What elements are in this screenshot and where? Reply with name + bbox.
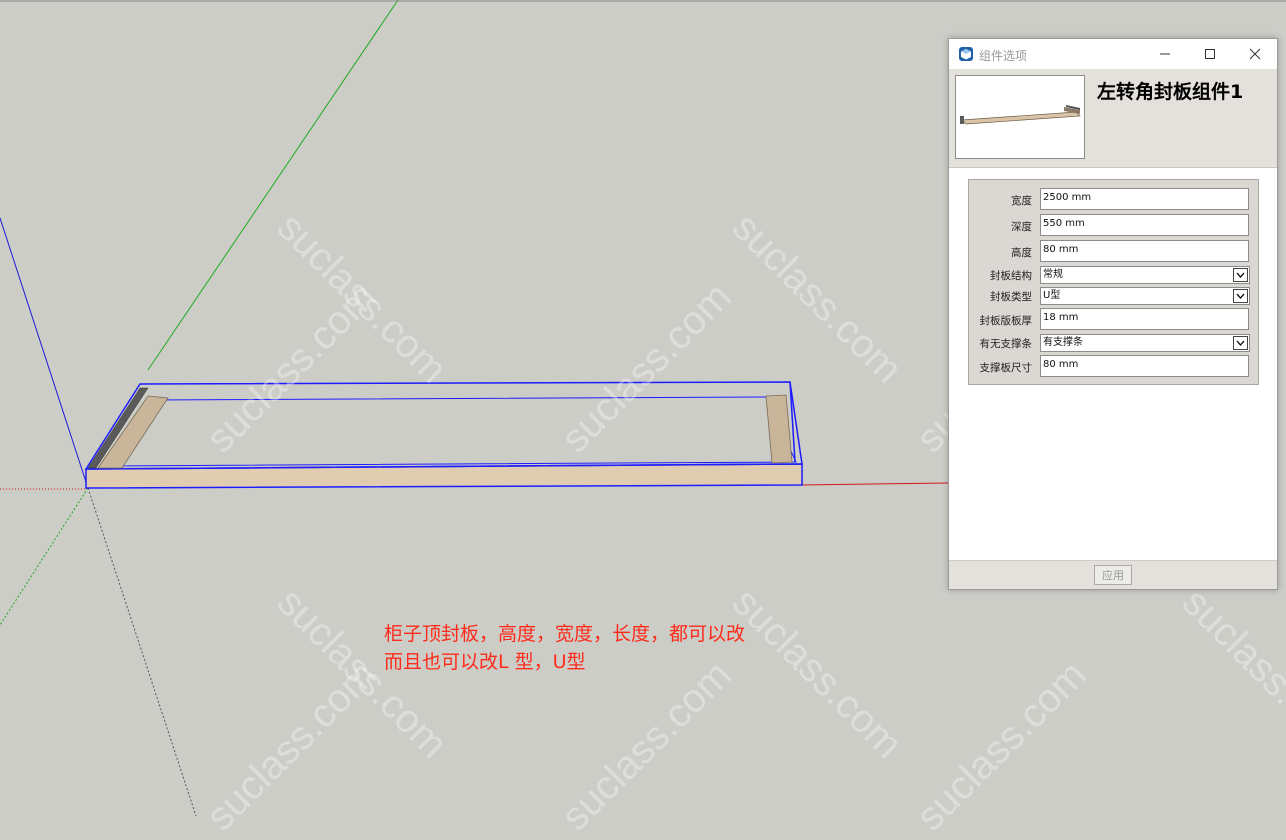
- green-axis: [147, 0, 399, 371]
- support-strip-value: 有支撑条: [1043, 337, 1083, 348]
- chevron-down-icon[interactable]: [1233, 336, 1248, 350]
- width-input[interactable]: 2500 mm: [1040, 188, 1249, 210]
- board-structure-select[interactable]: 常规: [1040, 266, 1250, 284]
- board-thickness-input[interactable]: 18 mm: [1040, 308, 1249, 330]
- board-type-label: 封板类型: [990, 291, 1032, 303]
- blue-axis: [0, 217, 87, 483]
- thumbnail-board-image: [960, 105, 1081, 125]
- board-structure-value: 常规: [1043, 269, 1063, 280]
- board-inner-outline: [103, 396, 797, 467]
- apply-button[interactable]: 应用: [1094, 565, 1132, 585]
- field-row-board-type: 封板类型 U型: [969, 287, 1258, 305]
- support-strip-select[interactable]: 有支撑条: [1040, 334, 1250, 352]
- height-label: 高度: [1011, 247, 1032, 259]
- board-structure-label: 封板结构: [990, 270, 1032, 282]
- maximize-button[interactable]: [1187, 39, 1232, 69]
- dialog-body: 宽度 2500 mm 深度 550 mm 高度 80 mm 封板结构 常规 封板…: [949, 168, 1277, 561]
- options-form: 宽度 2500 mm 深度 550 mm 高度 80 mm 封板结构 常规 封板…: [968, 179, 1259, 385]
- red-axis: [799, 482, 949, 486]
- board-type-value: U型: [1043, 290, 1061, 301]
- chevron-down-icon[interactable]: [1233, 268, 1248, 282]
- right-support-strip: [765, 394, 793, 464]
- field-row-support-size: 支撑板尺寸 80 mm: [969, 355, 1258, 377]
- component-options-dialog: 组件选项 左转角封板组件1 宽度 2500 mm 深度 550 mm 高度 80…: [948, 38, 1278, 590]
- width-label: 宽度: [1011, 195, 1032, 207]
- chevron-down-icon[interactable]: [1233, 289, 1248, 303]
- component-thumbnail: [955, 75, 1085, 159]
- close-icon: [1249, 48, 1260, 60]
- dialog-title: 组件选项: [979, 49, 1028, 63]
- depth-label: 深度: [1011, 221, 1032, 233]
- green-axis-dotted: [0, 487, 89, 626]
- minimize-icon: [1159, 53, 1170, 55]
- component-header: 左转角封板组件1: [949, 69, 1277, 168]
- board-top-face: [84, 381, 803, 470]
- field-row-width: 宽度 2500 mm: [969, 188, 1258, 210]
- field-row-board-structure: 封板结构 常规: [969, 266, 1258, 284]
- support-size-label: 支撑板尺寸: [979, 362, 1033, 374]
- close-button[interactable]: [1232, 39, 1277, 69]
- app-cube-icon: [959, 47, 973, 61]
- minimize-button[interactable]: [1142, 39, 1187, 69]
- dialog-footer: 应用: [949, 560, 1277, 589]
- field-row-support-strip: 有无支撑条 有支撑条: [969, 334, 1258, 352]
- field-row-depth: 深度 550 mm: [969, 214, 1258, 236]
- board-type-select[interactable]: U型: [1040, 287, 1250, 305]
- board-thickness-label: 封板版板厚: [979, 315, 1033, 327]
- caption-line-1: 柜子顶封板，高度，宽度，长度，都可以改: [384, 623, 746, 645]
- cabinet-top-board-model: [84, 381, 803, 489]
- caption-line-2: 而且也可以改L 型，U型: [384, 651, 586, 673]
- blue-axis-dotted: [87, 487, 197, 816]
- maximize-icon: [1204, 49, 1215, 59]
- field-row-board-thickness: 封板版板厚 18 mm: [969, 308, 1258, 330]
- field-row-height: 高度 80 mm: [969, 240, 1258, 262]
- annotation-caption: 柜子顶封板，高度，宽度，长度，都可以改 而且也可以改L 型，U型: [384, 620, 745, 676]
- height-input[interactable]: 80 mm: [1040, 240, 1249, 262]
- support-size-input[interactable]: 80 mm: [1040, 355, 1249, 377]
- support-strip-label: 有无支撑条: [979, 338, 1033, 350]
- component-name: 左转角封板组件1: [1097, 81, 1244, 103]
- depth-input[interactable]: 550 mm: [1040, 214, 1249, 236]
- dialog-titlebar[interactable]: 组件选项: [949, 39, 1277, 69]
